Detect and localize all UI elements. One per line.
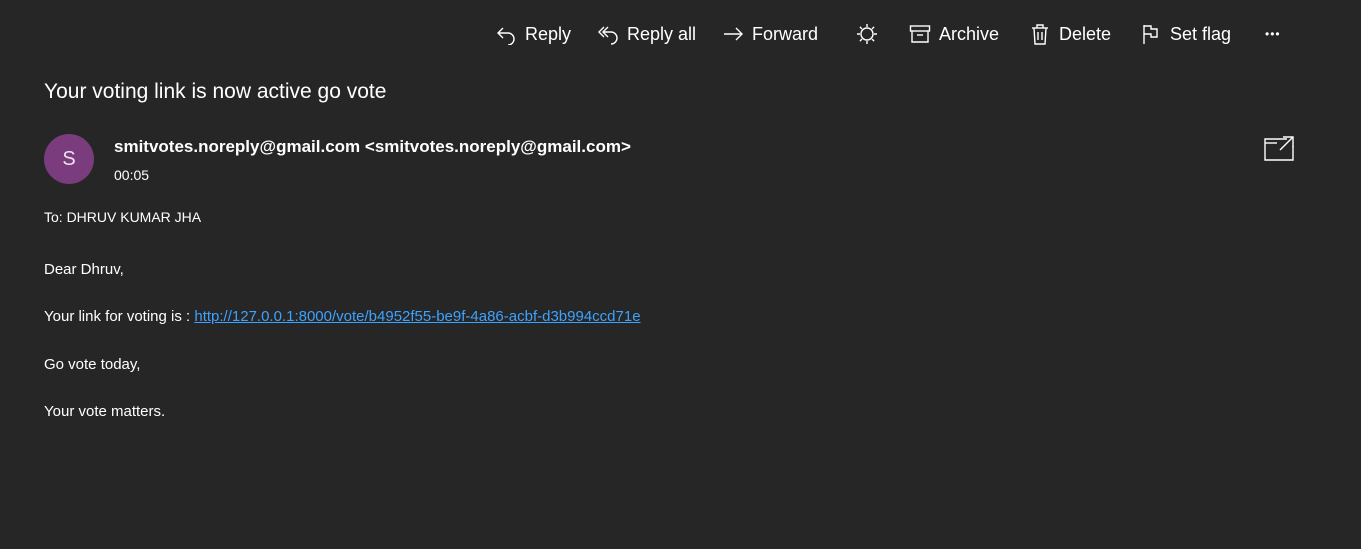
archive-button[interactable]: Archive	[909, 16, 999, 52]
set-flag-label: Set flag	[1170, 23, 1232, 44]
voting-link[interactable]: http://127.0.0.1:8000/vote/b4952f55-be9f…	[194, 308, 640, 325]
reply-label: Reply	[525, 23, 572, 44]
more-actions-button[interactable]: •••	[1265, 16, 1281, 52]
message-toolbar: Reply Reply all Forward Archive Delete S…	[0, 16, 1361, 52]
voting-link-line: Your link for voting is : http://127.0.0…	[44, 308, 641, 325]
sender-name: smitvotes.noreply@gmail.com	[114, 137, 361, 156]
more-icon: •••	[1265, 27, 1281, 41]
sender-address: <smitvotes.noreply@gmail.com>	[364, 137, 631, 156]
forward-icon	[724, 27, 743, 41]
reply-icon	[497, 27, 515, 45]
message-time: 00:05	[114, 167, 150, 183]
greeting: Dear Dhruv,	[44, 261, 124, 278]
reply-all-label: Reply all	[627, 23, 697, 44]
message-subject: Your voting link is now active go vote	[44, 80, 387, 103]
avatar-initial: S	[62, 147, 76, 170]
voting-link-prefix: Your link for voting is :	[44, 308, 195, 325]
sender[interactable]: smitvotes.noreply@gmail.com <smitvotes.n…	[114, 137, 631, 157]
reply-all-icon	[598, 26, 618, 45]
archive-label: Archive	[939, 23, 1000, 44]
recipient-line: To: DHRUV KUMAR JHA	[44, 209, 202, 225]
delete-icon	[1032, 24, 1048, 45]
avatar[interactable]: S	[44, 134, 94, 184]
set-flag-button[interactable]: Set flag	[1140, 16, 1231, 52]
archive-icon	[909, 25, 931, 43]
popout-icon[interactable]	[1263, 134, 1295, 162]
forward-button[interactable]: Forward	[722, 16, 818, 52]
theme-toggle-button[interactable]	[856, 16, 878, 52]
delete-label: Delete	[1059, 23, 1112, 44]
reply-all-button[interactable]: Reply all	[597, 16, 696, 52]
theme-icon	[857, 24, 877, 44]
flag-icon	[1143, 25, 1158, 44]
delete-button[interactable]: Delete	[1029, 16, 1111, 52]
reply-button[interactable]: Reply	[495, 16, 571, 52]
body-line-go-vote: Go vote today,	[44, 356, 141, 373]
forward-label: Forward	[752, 23, 819, 44]
body-line-vote-matters: Your vote matters.	[44, 403, 166, 420]
